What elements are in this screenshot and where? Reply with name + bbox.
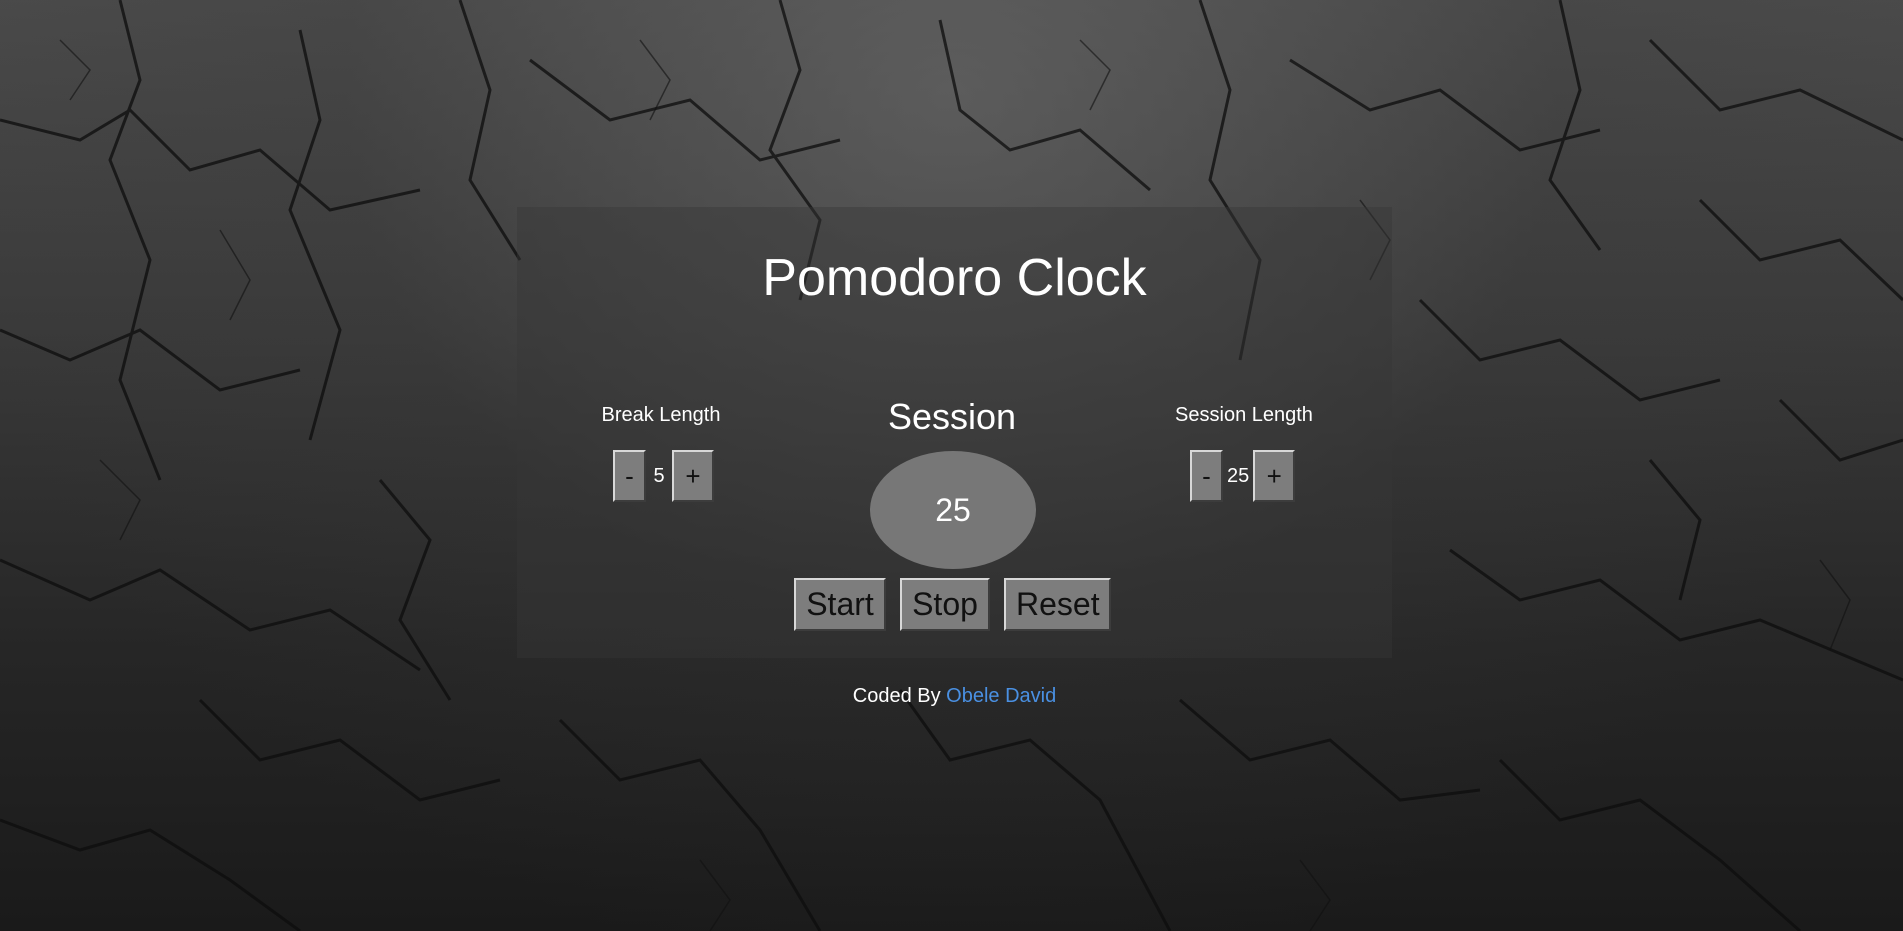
break-length-stepper: - 5 + bbox=[613, 450, 714, 502]
break-increment-button[interactable]: + bbox=[672, 450, 714, 502]
reset-button[interactable]: Reset bbox=[1004, 578, 1111, 631]
start-button[interactable]: Start bbox=[794, 578, 886, 631]
footer-credit-text: Coded By bbox=[852, 685, 941, 707]
timer-mode-label: Session bbox=[887, 396, 1017, 437]
break-length-value: 5 bbox=[653, 464, 665, 487]
session-decrement-button[interactable]: - bbox=[1190, 450, 1223, 502]
timer-controls: Start Stop Reset bbox=[794, 578, 1111, 631]
session-length-value: 25 bbox=[1227, 464, 1250, 487]
break-decrement-button[interactable]: - bbox=[613, 450, 646, 502]
timer-display: 25 bbox=[870, 451, 1036, 569]
author-link[interactable]: Obele David bbox=[946, 685, 1056, 707]
footer: Coded By Obele David bbox=[517, 684, 1392, 708]
session-increment-button[interactable]: + bbox=[1253, 450, 1296, 502]
session-length-stepper: - 25 + bbox=[1190, 450, 1296, 502]
break-length-label: Break Length bbox=[601, 404, 721, 426]
page-title: Pomodoro Clock bbox=[762, 249, 1147, 307]
stop-button[interactable]: Stop bbox=[900, 578, 990, 631]
session-length-label: Session Length bbox=[1175, 404, 1313, 426]
